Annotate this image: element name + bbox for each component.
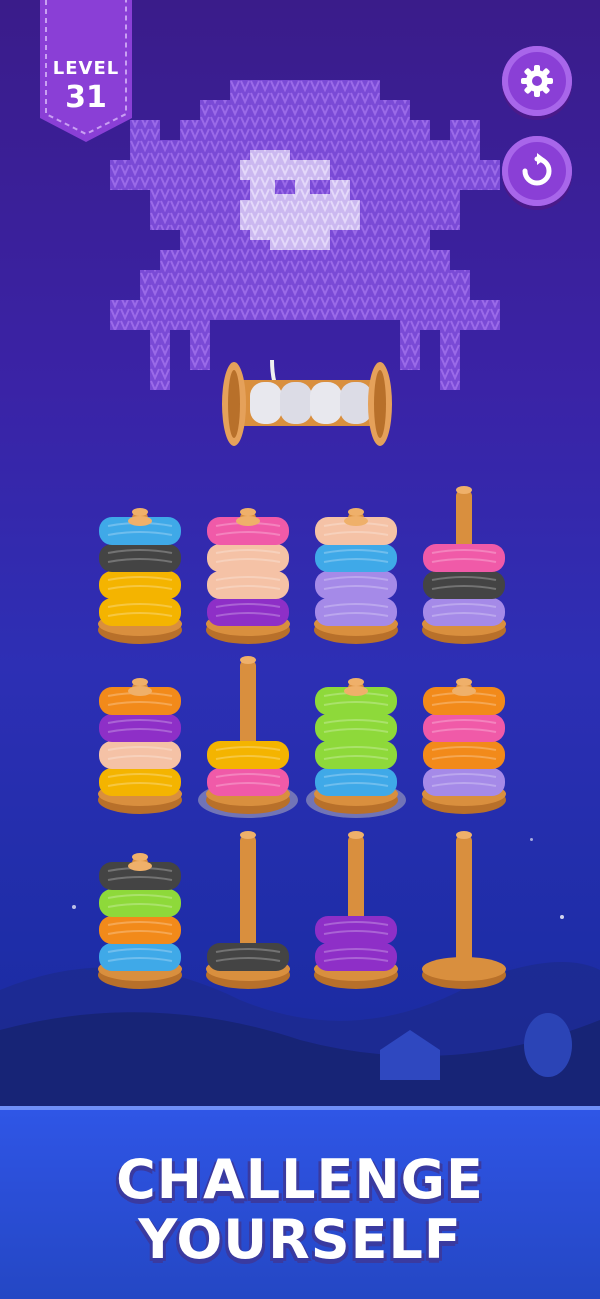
settings-button[interactable]	[502, 46, 572, 116]
restart-button[interactable]	[502, 136, 572, 206]
game-scene: LEVEL 31	[0, 0, 600, 1110]
star-sparkle	[72, 905, 76, 909]
yarn-spool	[222, 360, 392, 446]
peg-2-2[interactable]	[198, 650, 298, 820]
star-sparkle	[560, 915, 564, 919]
peg-2-1[interactable]	[90, 650, 190, 820]
knitted-pirate-tapestry	[110, 80, 500, 390]
peg-2-4[interactable]	[414, 650, 514, 820]
peg-3-4[interactable]	[414, 825, 514, 995]
peg-3-1[interactable]	[90, 825, 190, 995]
headline-line-2: YOURSELF	[138, 1208, 462, 1271]
peg-1-1[interactable]	[90, 480, 190, 650]
headline-line-1: CHALLENGE	[116, 1148, 484, 1211]
gear-icon	[521, 65, 553, 97]
restart-icon	[522, 153, 552, 186]
peg-3-3[interactable]	[306, 825, 406, 995]
star-sparkle	[530, 838, 533, 841]
peg-1-4[interactable]	[414, 480, 514, 650]
peg-3-2[interactable]	[198, 825, 298, 995]
level-label: LEVEL	[52, 58, 120, 79]
peg-1-2[interactable]	[198, 480, 298, 650]
peg-2-3[interactable]	[306, 650, 406, 820]
peg-1-3[interactable]	[306, 480, 406, 650]
